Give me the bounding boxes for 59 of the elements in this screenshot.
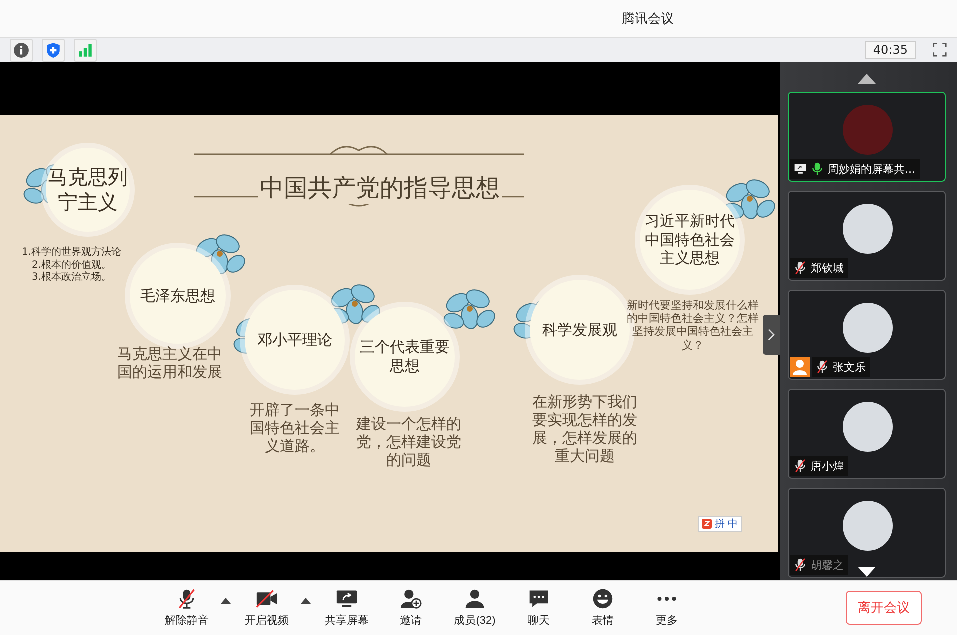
more-button[interactable]: 更多	[637, 588, 697, 628]
add-person-icon	[400, 588, 422, 610]
leave-meeting-button[interactable]: 离开会议	[846, 591, 922, 625]
share-button[interactable]: 共享屏幕	[317, 588, 377, 628]
point-text: 3.根本政治立场。	[32, 272, 112, 284]
topic-circle: 邓小平理论	[245, 290, 345, 390]
point-text: 2.根本的价值观。	[32, 260, 112, 272]
members-button[interactable]: 成员(32)	[445, 588, 505, 628]
participant-tile[interactable]: 郑钦城	[788, 191, 946, 281]
topic-circle: 马克思列宁主义	[46, 148, 130, 232]
video-off-icon	[256, 588, 278, 610]
scroll-up-icon[interactable]	[858, 74, 876, 84]
ime-toolbar[interactable]: 拼 中	[698, 516, 742, 532]
shield-icon[interactable]	[42, 38, 65, 62]
ime-logo-icon	[702, 519, 712, 529]
emoji-button[interactable]: 表情	[573, 588, 633, 628]
screen-share-icon	[336, 588, 358, 610]
avatar-placeholder	[843, 402, 893, 452]
next-page-button[interactable]	[763, 315, 780, 355]
people-icon	[464, 588, 486, 610]
mic-button[interactable]: 解除静音	[157, 588, 217, 628]
video-button[interactable]: 开启视频	[237, 588, 297, 628]
options-caret-button[interactable]	[221, 598, 233, 604]
options-caret-button[interactable]	[301, 598, 313, 604]
chat-icon	[528, 588, 550, 610]
participant-name: 胡馨之	[811, 558, 844, 572]
meeting-timer: 40:35	[865, 41, 916, 59]
topic-description: 开辟了一条中国特色社会主义道路。	[249, 401, 341, 455]
participant-tile[interactable]: 唐小煌	[788, 389, 946, 479]
participant-name: 周妙娟的屏幕共...	[828, 162, 916, 176]
info-icon[interactable]	[10, 38, 33, 62]
participant-name: 唐小煌	[811, 458, 844, 474]
chat-button[interactable]: 聊天	[509, 588, 569, 628]
scroll-down-icon[interactable]	[858, 567, 876, 577]
ime-mode-text: 中	[728, 518, 738, 531]
topic-circle: 三个代表重要思想	[355, 307, 455, 407]
chevron-right-icon	[768, 329, 775, 341]
topic-description: 马克思主义在中国的运用和发展	[116, 345, 224, 381]
shared-screen-thumbnail	[843, 105, 893, 155]
topic-description: 建设一个怎样的党，怎样建设党的问题	[356, 415, 462, 469]
ime-mode-text: 拼	[715, 518, 725, 531]
participant-name: 张文乐	[833, 360, 866, 374]
more-icon	[657, 596, 677, 602]
muted-microphone-icon	[176, 588, 198, 610]
topic-circle: 习近平新时代中国特色社会主义思想	[640, 190, 740, 290]
avatar-placeholder	[843, 204, 893, 254]
fullscreen-icon[interactable]	[933, 43, 947, 57]
window-title: 腾讯会议	[622, 10, 674, 28]
invite-button[interactable]: 邀请	[381, 588, 441, 628]
point-text: 1.科学的世界观方法论	[22, 247, 122, 260]
topic-description: 在新形势下我们要实现怎样的发展，怎样发展的重大问题	[532, 393, 638, 465]
avatar-placeholder	[843, 501, 893, 551]
participant-name: 郑钦城	[811, 260, 844, 276]
participant-tile[interactable]: 张文乐	[788, 290, 946, 380]
topic-circle: 毛泽东思想	[130, 248, 226, 344]
avatar-placeholder	[843, 303, 893, 353]
smiley-icon	[592, 588, 614, 610]
participant-tile[interactable]: 胡馨之	[788, 488, 946, 578]
participant-tile[interactable]: 周妙娟的屏幕共...	[788, 92, 946, 182]
